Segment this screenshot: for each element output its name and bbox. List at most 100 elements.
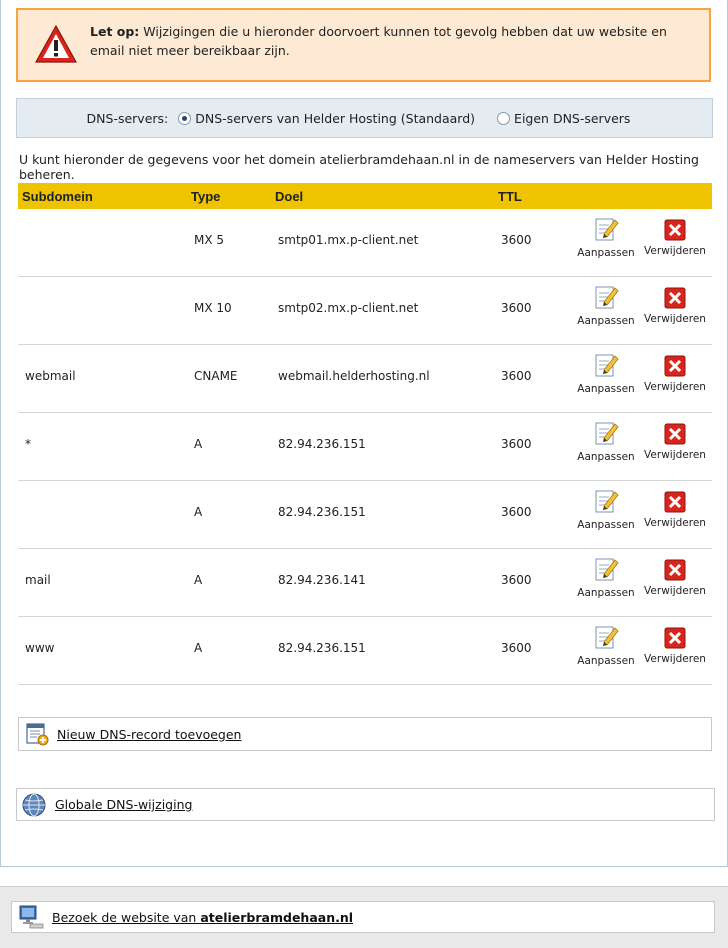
global-dns-link[interactable]: Globale DNS-wijziging	[55, 797, 192, 812]
table-row: A 82.94.236.151 3600 Aanpassen Verwijderen	[18, 481, 712, 549]
delete-icon	[664, 287, 686, 309]
cell-ttl: 3600	[501, 233, 532, 247]
cell-doel: 82.94.236.151	[278, 437, 366, 451]
radio-eigen-dns[interactable]: Eigen DNS-servers	[493, 111, 630, 126]
delete-icon	[664, 559, 686, 581]
edit-icon	[595, 626, 619, 649]
delete-icon	[664, 491, 686, 513]
edit-label: Aanpassen	[577, 519, 635, 531]
delete-button[interactable]: Verwijderen	[641, 491, 709, 529]
edit-icon	[595, 422, 619, 445]
delete-button[interactable]: Verwijderen	[641, 219, 709, 257]
table-header: Subdomein Type Doel TTL	[18, 183, 712, 209]
visit-website-box: Bezoek de website van atelierbramdehaan.…	[11, 901, 715, 933]
delete-label: Verwijderen	[644, 449, 706, 461]
delete-label: Verwijderen	[644, 517, 706, 529]
cell-ttl: 3600	[501, 641, 532, 655]
cell-subdomein: webmail	[25, 369, 76, 383]
visit-website-link[interactable]: Bezoek de website van atelierbramdehaan.…	[52, 910, 353, 925]
global-dns-box: Globale DNS-wijziging	[16, 788, 715, 821]
edit-icon	[595, 490, 619, 513]
radio-button-checked[interactable]	[178, 111, 192, 125]
edit-label: Aanpassen	[577, 383, 635, 395]
edit-button[interactable]: Aanpassen	[572, 283, 640, 327]
edit-label: Aanpassen	[577, 587, 635, 599]
table-row: MX 5 smtp01.mx.p-client.net 3600 Aanpassen V…	[18, 209, 712, 277]
edit-button[interactable]: Aanpassen	[572, 351, 640, 395]
add-record-icon	[26, 723, 49, 746]
edit-icon	[595, 558, 619, 581]
edit-button[interactable]: Aanpassen	[572, 623, 640, 667]
intro-text: U kunt hieronder de gegevens voor het do…	[19, 152, 699, 182]
edit-button[interactable]: Aanpassen	[572, 419, 640, 463]
warning-text: Let op: Wijzigingen die u hieronder door…	[90, 22, 691, 60]
cell-type: A	[194, 641, 203, 655]
delete-label: Verwijderen	[644, 653, 706, 665]
delete-label: Verwijderen	[644, 381, 706, 393]
warning-label: Let op:	[90, 24, 140, 39]
footer-panel: Bezoek de website van atelierbramdehaan.…	[0, 886, 728, 948]
cell-doel: 82.94.236.141	[278, 573, 366, 587]
edit-label: Aanpassen	[577, 451, 635, 463]
cell-subdomein: www	[25, 641, 55, 655]
cell-type: A	[194, 437, 203, 451]
dns-management-panel: Let op: Wijzigingen die u hieronder door…	[0, 0, 728, 867]
radio-label-helder-hosting: DNS-servers van Helder Hosting (Standaar…	[195, 110, 476, 126]
visit-website-prefix: Bezoek de website van	[52, 909, 201, 925]
cell-ttl: 3600	[501, 505, 532, 519]
delete-button[interactable]: Verwijderen	[641, 287, 709, 325]
cell-type: MX 5	[194, 233, 225, 247]
edit-icon	[595, 354, 619, 377]
radio-button[interactable]	[497, 111, 511, 125]
delete-button[interactable]: Verwijderen	[641, 559, 709, 597]
table-row: * A 82.94.236.151 3600 Aanpassen Verwijderen	[18, 413, 712, 481]
cell-subdomein: *	[25, 437, 31, 451]
delete-button[interactable]: Verwijderen	[641, 355, 709, 393]
new-record-box: Nieuw DNS-record toevoegen	[18, 717, 712, 751]
cell-doel: smtp01.mx.p-client.net	[278, 233, 419, 247]
delete-icon	[664, 219, 686, 241]
cell-type: CNAME	[194, 369, 238, 383]
delete-label: Verwijderen	[644, 313, 706, 325]
edit-button[interactable]: Aanpassen	[572, 215, 640, 259]
delete-button[interactable]: Verwijderen	[641, 423, 709, 461]
edit-label: Aanpassen	[577, 247, 635, 259]
edit-label: Aanpassen	[577, 315, 635, 327]
edit-button[interactable]: Aanpassen	[572, 487, 640, 531]
visit-website-domain: atelierbramdehaan.nl	[200, 909, 354, 925]
warning-message: Wijzigingen die u hieronder doorvoert ku…	[90, 24, 667, 58]
header-subdomein: Subdomein	[22, 189, 93, 204]
cell-doel: webmail.helderhosting.nl	[278, 369, 430, 383]
cell-ttl: 3600	[501, 573, 532, 587]
cell-doel: smtp02.mx.p-client.net	[278, 301, 419, 315]
cell-type: A	[194, 505, 203, 519]
delete-button[interactable]: Verwijderen	[641, 627, 709, 665]
header-doel: Doel	[275, 189, 304, 204]
table-row: mail A 82.94.236.141 3600 Aanpassen Verwijder…	[18, 549, 712, 617]
warning-box: Let op: Wijzigingen die u hieronder door…	[16, 8, 711, 82]
cell-type: MX 10	[194, 301, 232, 315]
cell-doel: 82.94.236.151	[278, 641, 366, 655]
dns-servers-label: DNS-servers:	[86, 110, 169, 126]
cell-ttl: 3600	[501, 369, 532, 383]
new-dns-record-link[interactable]: Nieuw DNS-record toevoegen	[57, 727, 241, 742]
edit-button[interactable]: Aanpassen	[572, 555, 640, 599]
table-row: www A 82.94.236.151 3600 Aanpassen Verwijdere…	[18, 617, 712, 685]
warning-triangle-icon	[34, 24, 78, 63]
table-row: webmail CNAME webmail.helderhosting.nl 3600…	[18, 345, 712, 413]
header-ttl: TTL	[498, 189, 522, 204]
edit-label: Aanpassen	[577, 655, 635, 667]
delete-label: Verwijderen	[644, 245, 706, 257]
radio-helder-hosting[interactable]: DNS-servers van Helder Hosting (Standaar…	[174, 111, 475, 126]
cell-type: A	[194, 573, 203, 587]
cell-ttl: 3600	[501, 301, 532, 315]
edit-icon	[595, 286, 619, 309]
header-type: Type	[191, 189, 221, 204]
cell-ttl: 3600	[501, 437, 532, 451]
radio-label-eigen-dns: Eigen DNS-servers	[514, 110, 631, 126]
table-row: MX 10 smtp02.mx.p-client.net 3600 Aanpassen…	[18, 277, 712, 345]
edit-icon	[595, 218, 619, 241]
globe-icon	[22, 793, 46, 816]
dns-servers-bar: DNS-servers: DNS-servers van Helder Host…	[16, 98, 713, 138]
cell-doel: 82.94.236.151	[278, 505, 366, 519]
